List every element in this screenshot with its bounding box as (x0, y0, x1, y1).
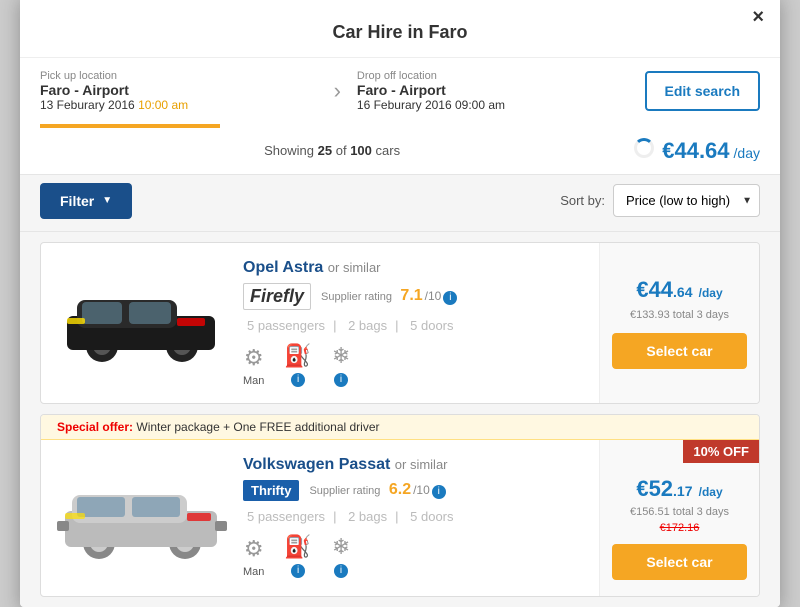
filter-button[interactable]: Filter ▼ (40, 183, 132, 219)
supplier-logo-1: Firefly (243, 283, 311, 310)
car-content-2: Volkswagen Passat or similar Thrifty Sup… (41, 440, 759, 596)
price-total-2: €156.51 total 3 days (630, 506, 729, 518)
pickup-block: Pick up location Faro - Airport 13 Febur… (40, 70, 318, 112)
car-image-1 (57, 259, 227, 369)
price-panel-2: 10% OFF €52.17 /day €156.51 total 3 days… (599, 440, 759, 596)
sort-wrapper: Price (low to high) (613, 184, 760, 217)
rating-info-icon-2[interactable]: i (432, 485, 446, 499)
car-main-2: Volkswagen Passat or similar Thrifty Sup… (41, 440, 599, 596)
modal-title: Car Hire in Faro (40, 10, 760, 57)
pickup-name: Faro - Airport (40, 82, 318, 98)
car-card-2: Special offer: Winter package + One FREE… (40, 414, 760, 597)
car-main-1: Opel Astra or similar Firefly Supplier r… (41, 243, 599, 403)
price-panel-1: €44.64 /day €133.93 total 3 days Select … (599, 243, 759, 403)
results-bar: Showing 25 of 100 cars €44.64 /day (20, 128, 780, 174)
car-name-2: Volkswagen Passat or similar (243, 456, 583, 474)
dropoff-datetime: 16 Feburary 2016 09:00 am (357, 98, 635, 112)
arrow-icon: › (328, 78, 347, 104)
price-per-day-2: €52.17 /day (636, 476, 722, 502)
results-text: Showing 25 of 100 cars (40, 143, 624, 158)
car-features-2: 5 passengers| 2 bags| 5 doors (243, 509, 583, 524)
transmission-icon-1: ⚙ Man (243, 345, 264, 387)
car-list: Opel Astra or similar Firefly Supplier r… (20, 232, 780, 607)
dropoff-block: Drop off location Faro - Airport 16 Febu… (357, 70, 635, 112)
modal-header: Car Hire in Faro × (20, 0, 780, 57)
fuel-info-icon-2[interactable]: i (291, 564, 305, 578)
controls-bar: Filter ▼ Sort by: Price (low to high) (20, 174, 780, 232)
supplier-row-1: Firefly Supplier rating 7.1 /10 i (243, 283, 583, 310)
price-per-day-1: €44.64 /day (636, 277, 722, 303)
loading-spinner (634, 138, 654, 158)
dropoff-label: Drop off location (357, 70, 635, 82)
sort-select[interactable]: Price (low to high) (613, 184, 760, 217)
fuel-icon-2: ⛽ i (284, 534, 311, 578)
pickup-label: Pick up location (40, 70, 318, 82)
car-image-2 (57, 456, 227, 566)
original-price-2: €172.16 (660, 522, 700, 534)
close-button[interactable]: × (752, 6, 764, 29)
car-card-1: Opel Astra or similar Firefly Supplier r… (40, 242, 760, 404)
supplier-logo-2: Thrifty (243, 480, 299, 501)
min-price: €44.64 /day (634, 138, 760, 164)
edit-search-button[interactable]: Edit search (645, 71, 760, 111)
search-bar: Pick up location Faro - Airport 13 Febur… (20, 57, 780, 112)
sort-label: Sort by: (560, 193, 605, 208)
car-img-area-2: Volkswagen Passat or similar Thrifty Sup… (57, 456, 583, 578)
ac-icon-2: ❄ i (332, 534, 350, 578)
price-total-1: €133.93 total 3 days (630, 309, 729, 321)
car-img-area-1: Opel Astra or similar Firefly Supplier r… (57, 259, 583, 387)
ac-icon-1: ❄ i (332, 343, 350, 387)
select-car-button-1[interactable]: Select car (612, 333, 747, 369)
car-icons-2: ⚙ Man ⛽ i ❄ i (243, 534, 583, 578)
sort-section: Sort by: Price (low to high) (560, 184, 760, 217)
car-features-1: 5 passengers| 2 bags| 5 doors (243, 318, 583, 333)
car-details-1: Opel Astra or similar Firefly Supplier r… (243, 259, 583, 387)
rating-1: Supplier rating 7.1 /10 i (321, 287, 457, 305)
rating-2: Supplier rating 6.2 /10 i (309, 481, 445, 499)
pickup-datetime: 13 Feburary 2016 10:00 am (40, 98, 318, 112)
car-name-1: Opel Astra or similar (243, 259, 583, 277)
ac-info-icon-1[interactable]: i (334, 373, 348, 387)
discount-badge: 10% OFF (683, 440, 759, 463)
dropoff-name: Faro - Airport (357, 82, 635, 98)
rating-info-icon-1[interactable]: i (443, 291, 457, 305)
modal: Car Hire in Faro × Pick up location Faro… (20, 0, 780, 607)
car-icons-1: ⚙ Man ⛽ i ❄ i (243, 343, 583, 387)
filter-arrow-icon: ▼ (102, 195, 112, 206)
select-car-button-2[interactable]: Select car (612, 544, 747, 580)
supplier-row-2: Thrifty Supplier rating 6.2 /10 i (243, 480, 583, 501)
special-offer-bar: Special offer: Winter package + One FREE… (41, 415, 759, 440)
fuel-info-icon-1[interactable]: i (291, 373, 305, 387)
transmission-icon-2: ⚙ Man (243, 536, 264, 578)
car-details-2: Volkswagen Passat or similar Thrifty Sup… (243, 456, 583, 578)
ac-info-icon-2[interactable]: i (334, 564, 348, 578)
fuel-icon-1: ⛽ i (284, 343, 311, 387)
